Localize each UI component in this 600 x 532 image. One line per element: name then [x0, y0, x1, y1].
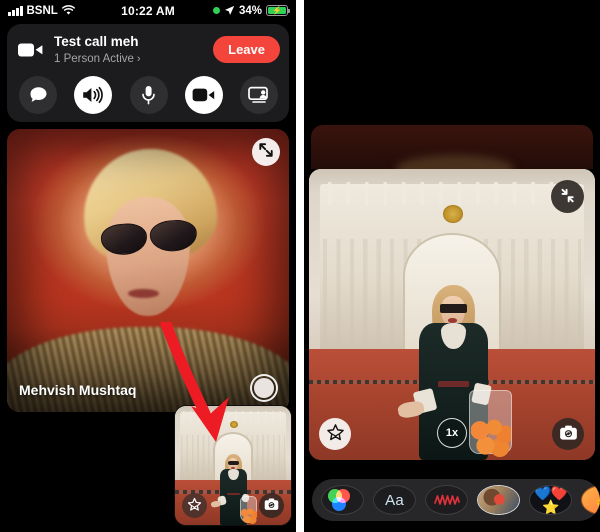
chevron-right-icon: ›	[136, 53, 141, 66]
main-video-participant[interactable]: Mehvish Mushtaq	[7, 128, 289, 412]
call-meta: Test call meh 1 Person Active ›	[54, 33, 203, 67]
pip-effects-star-button[interactable]	[182, 493, 207, 518]
camera-flip-button[interactable]	[552, 418, 584, 450]
effects-star-icon	[187, 497, 202, 515]
status-bar: BSNL 10:22 AM 34% ⚡	[0, 0, 296, 21]
speaker-button[interactable]	[74, 75, 113, 114]
text-aa-icon: Aa	[385, 491, 404, 509]
expand-arrows-icon	[258, 142, 274, 161]
status-bar-right: 34% ⚡	[212, 4, 291, 17]
stickers-button[interactable]: 💙❤️⭐	[529, 485, 572, 515]
call-title: Test call meh	[54, 34, 139, 49]
video-camera-icon	[18, 41, 44, 59]
photo-thumbnail-icon	[478, 486, 519, 514]
battery-charging-icon: ⚡	[266, 5, 291, 16]
panel-divider	[296, 0, 304, 532]
call-header-card: Test call meh 1 Person Active › Leave	[7, 24, 289, 122]
pip-self-view[interactable]	[174, 405, 292, 526]
call-subtitle: 1 Person Active	[54, 53, 134, 65]
right-panel-effects-screen: 1x Aa 💙❤️⭐	[304, 0, 600, 532]
participant-name-label: Mehvish Mushtaq	[19, 381, 137, 398]
battery-percent-label: 34%	[238, 4, 262, 17]
peace-hand-icon: ✌️	[594, 493, 600, 507]
right-main-camera-view[interactable]: 1x	[309, 169, 595, 460]
speaker-loud-icon	[82, 86, 104, 104]
shutter-ring-icon[interactable]	[250, 373, 278, 402]
hand-effect-button[interactable]: ✌️	[581, 485, 600, 515]
microphone-button[interactable]	[129, 75, 168, 114]
camera-flip-icon	[559, 425, 578, 444]
microphone-icon	[141, 85, 156, 105]
camera-button[interactable]	[184, 75, 223, 114]
chat-bubble-button[interactable]	[19, 75, 57, 114]
right-palace-scene	[309, 169, 595, 460]
call-header-row: Test call meh 1 Person Active › Leave	[18, 33, 280, 67]
left-panel-call-screen: BSNL 10:22 AM 34% ⚡ Test call meh 1 Pers…	[0, 0, 296, 532]
leave-call-button[interactable]: Leave	[213, 36, 280, 64]
chat-bubble-icon	[29, 86, 48, 104]
camera-flip-icon	[264, 498, 279, 514]
zoom-level-button[interactable]: 1x	[437, 418, 467, 448]
doodle-effect-button[interactable]	[425, 485, 468, 515]
effects-star-button[interactable]	[319, 418, 351, 450]
video-bottom-scrim	[7, 327, 289, 412]
effects-filters-button[interactable]	[321, 485, 364, 515]
call-subtitle-row[interactable]: 1 Person Active ›	[54, 52, 203, 67]
shrink-arrows-icon	[559, 187, 576, 207]
video-camera-icon	[192, 87, 215, 103]
red-squiggle-icon	[433, 493, 460, 507]
rgb-circles-icon	[327, 489, 358, 511]
effects-tray: Aa 💙❤️⭐ ✌️	[312, 479, 600, 521]
right-top-blank-area	[304, 0, 600, 125]
location-arrow-icon	[224, 5, 235, 16]
shrink-video-button[interactable]	[551, 180, 584, 213]
text-effect-button[interactable]: Aa	[373, 485, 416, 515]
screen-share-icon	[248, 86, 270, 104]
screen-share-button[interactable]	[240, 75, 278, 114]
pip-camera-flip-button[interactable]	[259, 493, 284, 518]
screenshot-root: BSNL 10:22 AM 34% ⚡ Test call meh 1 Pers…	[0, 0, 600, 532]
green-recording-dot-icon	[212, 7, 220, 14]
right-participant-strip	[311, 125, 593, 169]
heart-star-stickers-icon: 💙❤️⭐	[534, 485, 568, 515]
photo-filter-button[interactable]	[477, 485, 520, 515]
expand-video-button[interactable]	[252, 137, 280, 166]
call-controls-row	[18, 75, 280, 114]
effects-star-icon	[326, 423, 345, 445]
